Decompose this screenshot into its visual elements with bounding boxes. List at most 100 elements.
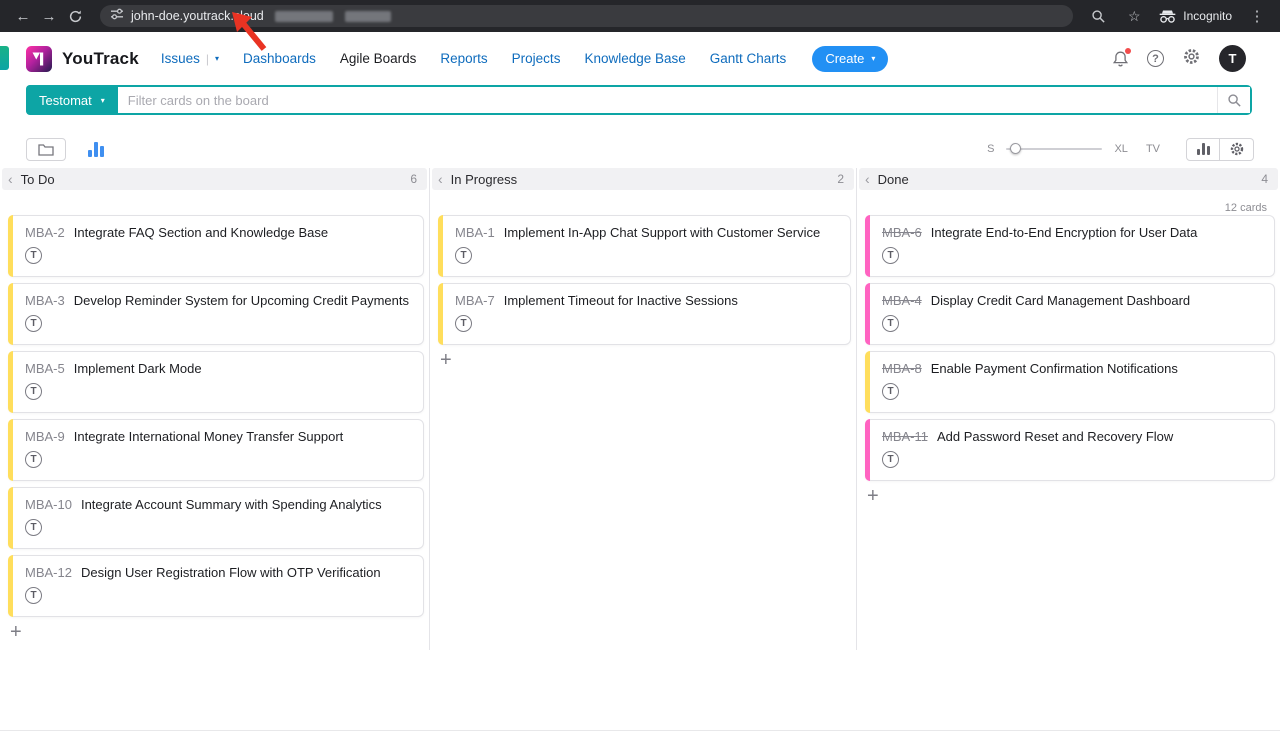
- redacted-url-segment: [345, 11, 391, 22]
- card-size-slider[interactable]: [1006, 148, 1102, 150]
- collapse-column-icon[interactable]: ‹: [8, 171, 13, 187]
- card-mba-9[interactable]: MBA-9 Integrate International Money Trans…: [8, 419, 424, 481]
- add-card-button[interactable]: +: [10, 623, 30, 641]
- assignee-avatar[interactable]: T: [25, 451, 42, 468]
- assignee-avatar[interactable]: T: [455, 247, 472, 264]
- nav-link-reports[interactable]: Reports: [440, 51, 487, 66]
- assignee-avatar[interactable]: T: [882, 247, 899, 264]
- help-icon[interactable]: ?: [1147, 50, 1164, 67]
- card-title[interactable]: Add Password Reset and Recovery Flow: [937, 429, 1173, 444]
- back-icon[interactable]: ←: [12, 5, 34, 27]
- nav-link-dashboards[interactable]: Dashboards: [243, 51, 316, 66]
- card-id[interactable]: MBA-10: [25, 497, 72, 512]
- card-id[interactable]: MBA-8: [882, 361, 922, 376]
- card-id[interactable]: MBA-6: [882, 225, 922, 240]
- card-mba-3[interactable]: MBA-3 Develop Reminder System for Upcomin…: [8, 283, 424, 345]
- card-mba-6[interactable]: MBA-6 Integrate End-to-End Encryption for…: [865, 215, 1275, 277]
- board-settings-button[interactable]: [1220, 138, 1254, 161]
- app-header: YouTrack Issues|▾DashboardsAgile BoardsR…: [0, 32, 1280, 85]
- card-id[interactable]: MBA-5: [25, 361, 65, 376]
- zoom-search-icon[interactable]: [1087, 5, 1109, 27]
- card-mba-7[interactable]: MBA-7 Implement Timeout for Inactive Sess…: [438, 283, 851, 345]
- card-title[interactable]: Integrate End-to-End Encryption for User…: [931, 225, 1198, 240]
- assignee-avatar[interactable]: T: [25, 519, 42, 536]
- column-title: Done: [878, 172, 909, 187]
- assignee-avatar[interactable]: T: [25, 587, 42, 604]
- card-id[interactable]: MBA-11: [882, 429, 928, 444]
- address-bar[interactable]: john-doe.youtrack.cloud: [100, 5, 1073, 27]
- board-selector-button[interactable]: Testomat ▾: [26, 85, 118, 115]
- incognito-label: Incognito: [1183, 9, 1232, 23]
- url-text[interactable]: john-doe.youtrack.cloud: [131, 9, 264, 23]
- card-title[interactable]: Integrate Account Summary with Spending …: [81, 497, 382, 512]
- search-button[interactable]: [1217, 87, 1250, 113]
- card-title[interactable]: Implement In-App Chat Support with Custo…: [504, 225, 820, 240]
- assignee-avatar[interactable]: T: [882, 315, 899, 332]
- tv-mode-label[interactable]: TV: [1146, 143, 1160, 155]
- card-mba-4[interactable]: MBA-4 Display Credit Card Management Dash…: [865, 283, 1275, 345]
- card-title[interactable]: Implement Dark Mode: [74, 361, 202, 376]
- nav-link-issues[interactable]: Issues: [161, 51, 200, 66]
- site-settings-icon[interactable]: [110, 7, 124, 26]
- card-id[interactable]: MBA-2: [25, 225, 65, 240]
- nav-link-gantt-charts[interactable]: Gantt Charts: [710, 51, 787, 66]
- notifications-bell-icon[interactable]: [1112, 50, 1129, 68]
- card-id[interactable]: MBA-3: [25, 293, 65, 308]
- nav-link-projects[interactable]: Projects: [512, 51, 561, 66]
- card-mba-5[interactable]: MBA-5 Implement Dark Mode T: [8, 351, 424, 413]
- column-header-to-do[interactable]: ‹To Do6: [2, 168, 427, 190]
- collapse-column-icon[interactable]: ‹: [438, 171, 443, 187]
- assignee-avatar[interactable]: T: [25, 383, 42, 400]
- create-button[interactable]: Create ▾: [812, 46, 888, 72]
- browser-menu-icon[interactable]: ⋮: [1246, 5, 1268, 27]
- card-id[interactable]: MBA-9: [25, 429, 65, 444]
- card-mba-12[interactable]: MBA-12 Design User Registration Flow with…: [8, 555, 424, 617]
- user-avatar[interactable]: T: [1219, 45, 1246, 72]
- card-title[interactable]: Integrate International Money Transfer S…: [74, 429, 344, 444]
- assignee-avatar[interactable]: T: [882, 383, 899, 400]
- card-title[interactable]: Design User Registration Flow with OTP V…: [81, 565, 381, 580]
- assignee-avatar[interactable]: T: [25, 247, 42, 264]
- card-mba-10[interactable]: MBA-10 Integrate Account Summary with Spe…: [8, 487, 424, 549]
- assignee-avatar[interactable]: T: [455, 315, 472, 332]
- forward-icon[interactable]: →: [38, 5, 60, 27]
- add-card-button[interactable]: +: [440, 351, 460, 369]
- youtrack-logo-icon[interactable]: [26, 46, 52, 72]
- backlog-panel-button[interactable]: [26, 138, 66, 161]
- card-title[interactable]: Integrate FAQ Section and Knowledge Base: [74, 225, 328, 240]
- card-title[interactable]: Enable Payment Confirmation Notification…: [931, 361, 1178, 376]
- card-summary-line: MBA-6 Integrate End-to-End Encryption for…: [882, 225, 1264, 240]
- card-mba-11[interactable]: MBA-11 Add Password Reset and Recovery Fl…: [865, 419, 1275, 481]
- panel-edge-icon[interactable]: [0, 46, 9, 70]
- card-mba-2[interactable]: MBA-2 Integrate FAQ Section and Knowledge…: [8, 215, 424, 277]
- add-card-button[interactable]: +: [867, 487, 887, 505]
- card-title[interactable]: Develop Reminder System for Upcoming Cre…: [74, 293, 409, 308]
- search-icon: [1227, 93, 1242, 108]
- filter-cards-input[interactable]: [116, 87, 1217, 113]
- assignee-avatar[interactable]: T: [25, 315, 42, 332]
- app-name: YouTrack: [62, 49, 139, 69]
- chevron-down-icon[interactable]: ▾: [215, 54, 219, 63]
- card-id[interactable]: MBA-4: [882, 293, 922, 308]
- nav-link-agile-boards[interactable]: Agile Boards: [340, 51, 417, 66]
- reload-icon[interactable]: [64, 5, 86, 27]
- card-id[interactable]: MBA-1: [455, 225, 495, 240]
- card-mba-1[interactable]: MBA-1 Implement In-App Chat Support with …: [438, 215, 851, 277]
- nav-link-knowledge-base[interactable]: Knowledge Base: [584, 51, 685, 66]
- board-chart-button[interactable]: [1186, 138, 1220, 161]
- chart-view-icon[interactable]: [88, 142, 104, 157]
- collapse-column-icon[interactable]: ‹: [865, 171, 870, 187]
- board-column-in-progress: ‹In Progress2MBA-1Implement In-App Chat …: [430, 168, 856, 369]
- card-mba-8[interactable]: MBA-8 Enable Payment Confirmation Notific…: [865, 351, 1275, 413]
- card-title[interactable]: Display Credit Card Management Dashboard: [931, 293, 1190, 308]
- card-id[interactable]: MBA-7: [455, 293, 495, 308]
- column-header-in-progress[interactable]: ‹In Progress2: [432, 168, 854, 190]
- assignee-avatar[interactable]: T: [882, 451, 899, 468]
- settings-gear-icon[interactable]: [1182, 47, 1201, 71]
- column-header-done[interactable]: ‹Done4: [859, 168, 1278, 190]
- card-id[interactable]: MBA-12: [25, 565, 72, 580]
- card-title[interactable]: Implement Timeout for Inactive Sessions: [504, 293, 738, 308]
- bookmark-star-icon[interactable]: ☆: [1123, 5, 1145, 27]
- slider-knob[interactable]: [1010, 143, 1021, 154]
- column-title: In Progress: [451, 172, 517, 187]
